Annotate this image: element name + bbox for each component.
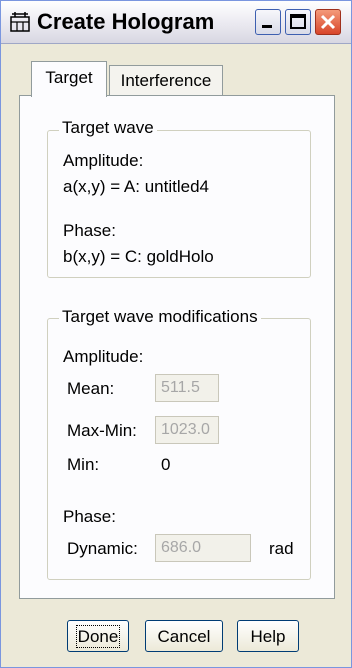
min-value: 0 xyxy=(161,455,171,474)
close-button[interactable] xyxy=(315,9,341,35)
minimize-icon xyxy=(262,25,272,28)
dynamic-label: Dynamic: xyxy=(67,539,138,558)
max-min-label: Max-Min: xyxy=(67,421,137,440)
tab-target[interactable]: Target xyxy=(31,61,107,97)
title-bar[interactable]: Create Hologram xyxy=(1,1,351,44)
tab-interference[interactable]: Interference xyxy=(109,65,223,95)
target-amplitude-label: Amplitude: xyxy=(63,151,144,170)
help-button[interactable]: Help xyxy=(237,620,299,652)
maximize-icon xyxy=(290,14,306,29)
done-button-label: Done xyxy=(75,625,121,648)
target-wave-group-title: Target wave xyxy=(59,118,157,138)
window-title: Create Hologram xyxy=(37,9,215,34)
minimize-button[interactable] xyxy=(255,9,281,35)
done-button[interactable]: Done xyxy=(67,620,129,652)
maximize-button[interactable] xyxy=(285,9,311,35)
dynamic-field[interactable]: 686.0 xyxy=(155,534,251,562)
modifications-group-title: Target wave modifications xyxy=(59,307,261,327)
hologram-app-icon xyxy=(9,11,31,33)
modifications-phase-label: Phase: xyxy=(63,507,116,526)
dynamic-unit: rad xyxy=(269,539,294,558)
close-icon xyxy=(320,14,336,30)
max-min-field[interactable]: 1023.0 xyxy=(155,416,219,444)
cancel-button[interactable]: Cancel xyxy=(145,620,223,652)
target-amplitude-value: a(x,y) = A: untitled4 xyxy=(63,177,209,196)
min-label: Min: xyxy=(67,455,100,474)
mean-field[interactable]: 511.5 xyxy=(155,374,219,402)
target-phase-label: Phase: xyxy=(63,221,116,240)
mean-label: Mean: xyxy=(67,379,115,398)
modifications-amplitude-label: Amplitude: xyxy=(63,347,144,366)
target-phase-value: b(x,y) = C: goldHolo xyxy=(63,247,214,266)
create-hologram-window: Create Hologram Target Interference Targ… xyxy=(0,0,352,668)
